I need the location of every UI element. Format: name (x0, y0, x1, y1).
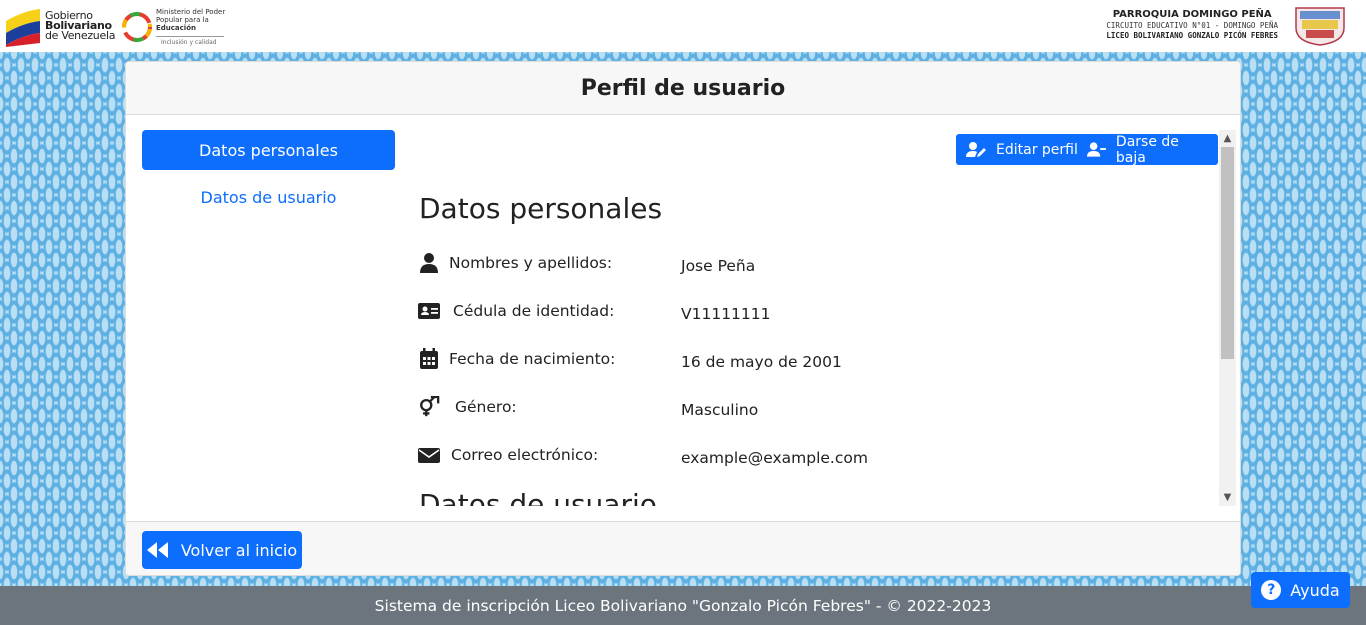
envelope-icon (418, 448, 440, 463)
edit-profile-label: Editar perfil (996, 141, 1078, 158)
info-label: Cédula de identidad: (453, 302, 615, 320)
info-value: Masculino (681, 401, 759, 419)
school-name: LICEO BOLIVARIANO GONZALO PICÓN FEBRES (1106, 31, 1278, 40)
info-value: V11111111 (681, 305, 771, 323)
info-label: Nombres y apellidos: (449, 254, 613, 272)
info-value: example@example.com (681, 449, 868, 467)
info-label: Fecha de nacimiento: (449, 350, 616, 368)
school-crest-logo (1295, 7, 1345, 46)
id-card-icon (418, 303, 440, 319)
gender-icon (420, 396, 440, 417)
info-row-gender: Género: Masculino (418, 396, 1178, 420)
circuit-name: CIRCUITO EDUCATIVO N°01 - DOMINGO PEÑA (1106, 21, 1278, 30)
info-label: Género: (455, 398, 517, 416)
info-value: 16 de mayo de 2001 (681, 353, 842, 371)
ministry-divider (156, 36, 224, 37)
user-icon (420, 253, 438, 273)
back-home-label: Volver al inicio (180, 540, 298, 560)
info-label: Correo electrónico: (451, 446, 599, 464)
ministry-text: Ministerio del Poder Popular para la Edu… (156, 8, 226, 32)
profile-card: Perfil de usuario Datos personales Datos… (125, 61, 1241, 576)
card-header: Perfil de usuario (126, 62, 1240, 115)
venezuela-flag-logo (6, 9, 40, 47)
top-header: Gobierno Bolivariano de Venezuela Minist… (0, 0, 1366, 52)
user-minus-icon (1087, 141, 1106, 157)
info-row-email: Correo electrónico: example@example.com (418, 444, 1178, 468)
ministry-slogan: Inclusión y calidad (161, 39, 217, 46)
profile-content: Editar perfil Darse de baja Datos person… (408, 130, 1218, 506)
info-row-birthdate: Fecha de nacimiento: 16 de mayo de 2001 (418, 348, 1178, 372)
edit-profile-button[interactable]: Editar perfil (956, 134, 1088, 165)
help-label: Ayuda (1290, 580, 1340, 600)
tab-datos-personales[interactable]: Datos personales (142, 130, 395, 170)
page-title: Perfil de usuario (580, 75, 786, 101)
back-home-button[interactable]: Volver al inicio (142, 531, 302, 569)
ministry-logo (122, 12, 152, 42)
info-row-name: Nombres y apellidos: Jose Peña (418, 252, 1178, 276)
help-button[interactable]: ? Ayuda (1251, 572, 1350, 608)
content-scrollbar[interactable]: ▲ ▼ (1219, 130, 1236, 506)
personal-data-heading: Datos personales (419, 192, 663, 225)
school-header: PARROQUIA DOMINGO PEÑA CIRCUITO EDUCATIV… (1106, 9, 1278, 40)
info-value: Jose Peña (681, 257, 756, 275)
tab-datos-usuario[interactable]: Datos de usuario (142, 188, 395, 207)
user-edit-icon (966, 141, 986, 157)
footer-text: Sistema de inscripción Liceo Bolivariano… (374, 596, 992, 615)
page-footer: Sistema de inscripción Liceo Bolivariano… (0, 586, 1366, 625)
calendar-icon (420, 348, 438, 369)
question-icon: ? (1261, 580, 1282, 600)
info-row-id: Cédula de identidad: V11111111 (418, 300, 1178, 324)
scroll-up-arrow-icon[interactable]: ▲ (1219, 130, 1236, 147)
scrollbar-thumb[interactable] (1221, 147, 1234, 359)
unsubscribe-button[interactable]: Darse de baja (1077, 133, 1218, 166)
scroll-down-arrow-icon[interactable]: ▼ (1219, 489, 1236, 506)
parish-name: PARROQUIA DOMINGO PEÑA (1112, 9, 1272, 20)
government-logo-text: Gobierno Bolivariano de Venezuela (45, 9, 116, 42)
backward-icon (146, 542, 168, 558)
unsubscribe-label: Darse de baja (1115, 133, 1179, 166)
user-data-heading: Datos de usuario (419, 488, 657, 506)
card-footer: Volver al inicio (126, 521, 1240, 575)
